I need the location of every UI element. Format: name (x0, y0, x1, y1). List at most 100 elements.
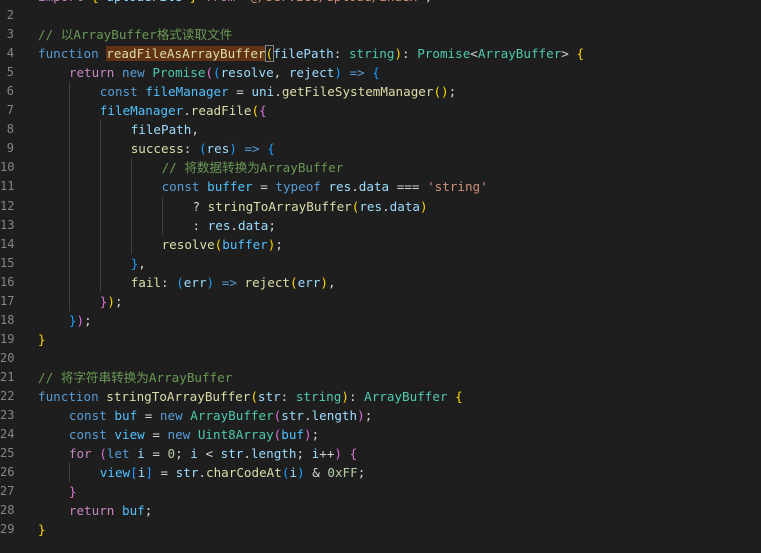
code-token: : (161, 274, 177, 290)
line-number: 7 (6, 103, 14, 118)
code-token: . (243, 446, 251, 462)
code-token: filePath (130, 122, 192, 138)
code-text: // 将数据转换为ArrayBuffer (162, 158, 344, 177)
code-line[interactable]: 24 const view = new Uint8Array(buf); (0, 425, 761, 444)
code-token: resolve (161, 236, 215, 252)
code-line[interactable]: 7 fileManager.readFile({ (0, 101, 761, 121)
code-line[interactable]: 26 view[i] = str.charCodeAt(i) & 0xFF; (0, 463, 761, 483)
line-number: 5 (6, 65, 14, 80)
code-token: { (84, 0, 107, 4)
code-token: ) (420, 198, 428, 214)
code-token: res (207, 217, 231, 233)
code-token: . (274, 84, 282, 100)
code-text: view[i] = str.charCodeAt(i) & 0xFF; (100, 463, 366, 482)
code-line[interactable]: 29} (0, 520, 761, 539)
code-token: Uint8Array (197, 427, 274, 443)
code-line[interactable]: 25 for (let i = 0; i < str.length; i++) { (0, 444, 761, 463)
code-line[interactable]: 19} (0, 330, 761, 349)
code-line[interactable]: 27} (0, 482, 761, 501)
code-text: fail: (err) => reject(err), (131, 273, 336, 292)
code-line[interactable]: 15}, (0, 253, 761, 273)
code-token: 'string' (427, 179, 488, 195)
indent-guide (99, 253, 101, 273)
code-token: < (470, 46, 478, 62)
code-token: success (130, 141, 184, 157)
code-text: const buffer = typeof res.data === 'stri… (162, 177, 488, 196)
code-line[interactable]: 3 // 以ArrayBuffer格式读取文件 (0, 25, 761, 44)
code-text: // 以ArrayBuffer格式读取文件 (38, 25, 232, 44)
code-token: '@/service/upload/index' (243, 0, 425, 4)
code-token: data (238, 217, 269, 233)
code-line[interactable]: 6 const fileManager = uni.getFileSystemMa… (0, 82, 761, 102)
code-line[interactable]: 18}); (0, 311, 761, 330)
code-token: ) (394, 46, 403, 62)
code-token: // 以ArrayBuffer格式读取文件 (38, 27, 233, 43)
code-line[interactable]: 20 (0, 349, 761, 368)
indent-guide (99, 139, 101, 159)
code-token: readFileAsArrayBuffer (106, 46, 266, 62)
code-line[interactable]: 9 success: (res) => { (0, 139, 761, 159)
indent-guide (99, 120, 101, 140)
code-token: Promise (417, 46, 471, 62)
code-line[interactable]: 8 filePath, (0, 120, 761, 140)
code-token: ) (107, 293, 115, 309)
code-token: buf (121, 503, 145, 519)
code-token: : (402, 46, 418, 62)
code-token: ; (275, 236, 283, 252)
indent-guide (68, 272, 70, 292)
code-token: reject (244, 274, 291, 290)
code-token: ( (198, 141, 207, 157)
line-number: 4 (6, 46, 14, 61)
code-token: filePath (273, 46, 334, 62)
code-text: filePath, (131, 120, 199, 139)
indent-guide (99, 272, 101, 292)
code-token: ( (176, 274, 184, 290)
code-token: view (114, 427, 145, 443)
code-token: // 将字符串转换为ArrayBuffer (38, 369, 233, 385)
code-line[interactable]: 4 function readFileAsArrayBuffer(filePath… (0, 44, 761, 63)
code-line[interactable]: 28 return buf; (0, 501, 761, 520)
code-text: return new Promise((resolve, reject) => … (69, 63, 380, 82)
code-token: ; (84, 312, 92, 328)
line-number: 18 (0, 312, 15, 327)
code-token: ; (144, 503, 153, 519)
code-token: uploadFile (106, 0, 182, 4)
code-line[interactable]: 5 return new Promise((resolve, reject) =>… (0, 63, 761, 82)
code-editor[interactable]: 1import { uploadFile } from '@/service/u… (0, 0, 761, 553)
indent-guide (99, 234, 101, 254)
code-token: < (197, 446, 221, 462)
line-number: 12 (0, 198, 15, 213)
indent-guide (161, 196, 163, 216)
code-token: ) (76, 312, 85, 328)
code-token: ) (304, 427, 312, 443)
code-token: : (280, 388, 296, 404)
code-line[interactable]: 22 function stringToArrayBuffer(str: stri… (0, 387, 761, 406)
code-line[interactable]: 11 const buffer = typeof res.data === 'st… (0, 177, 761, 197)
code-token: string (348, 46, 395, 62)
code-line[interactable]: 16 fail: (err) => reject(err), (0, 272, 761, 292)
code-token: { (576, 46, 585, 62)
code-line[interactable]: 10 // 将数据转换为ArrayBuffer (0, 158, 761, 178)
line-number: 19 (0, 331, 15, 346)
code-token: } (38, 522, 46, 538)
code-line[interactable]: 23 const buf = new ArrayBuffer(str.length… (0, 406, 761, 425)
code-line[interactable]: 13: res.data; (0, 215, 761, 235)
code-line[interactable]: 12 ? stringToArrayBuffer(res.data) (0, 196, 761, 216)
code-token: ; (311, 427, 320, 443)
code-token: i (190, 446, 198, 462)
code-line[interactable]: 14 resolve(buffer); (0, 234, 761, 254)
code-line[interactable]: 17}); (0, 291, 761, 311)
code-token: ( (99, 446, 107, 462)
code-token: for (68, 446, 92, 462)
code-line[interactable]: 2 (0, 6, 761, 25)
indent-guide (99, 158, 101, 178)
code-text: ? stringToArrayBuffer(res.data) (193, 197, 428, 216)
code-line[interactable]: 21 // 将字符串转换为ArrayBuffer (0, 368, 761, 387)
indent-guide (130, 177, 132, 197)
code-token: : (333, 46, 349, 62)
